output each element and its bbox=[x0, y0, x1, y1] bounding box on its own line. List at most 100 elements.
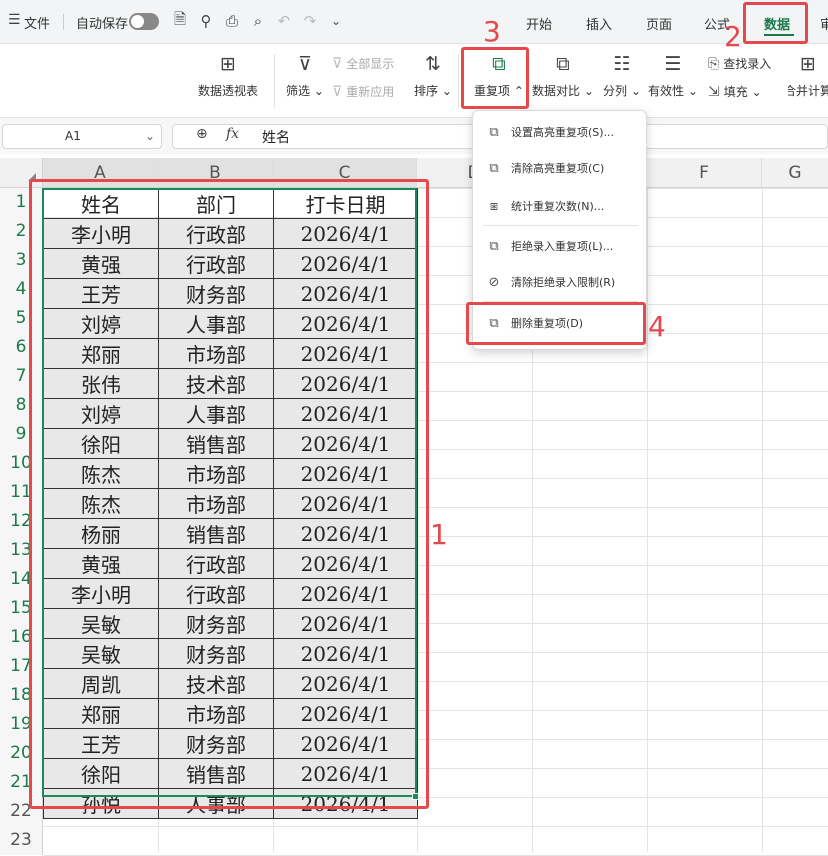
table-cell[interactable]: 行政部 bbox=[158, 578, 274, 609]
table-cell[interactable]: 2026/4/1 bbox=[273, 218, 418, 249]
tab-home[interactable]: 开始 bbox=[526, 14, 552, 33]
table-cell[interactable]: 吴敏 bbox=[43, 638, 159, 669]
table-cell[interactable]: 李小明 bbox=[43, 218, 159, 249]
table-cell[interactable]: 2026/4/1 bbox=[273, 608, 418, 639]
select-all-corner[interactable] bbox=[0, 158, 43, 188]
table-cell[interactable]: 郑丽 bbox=[43, 338, 159, 369]
undo-icon[interactable]: ↶ bbox=[274, 11, 294, 31]
row-header[interactable]: 1 bbox=[0, 188, 43, 217]
table-cell[interactable]: 王芳 bbox=[43, 728, 159, 759]
fill-handle[interactable] bbox=[412, 793, 419, 800]
table-cell[interactable]: 财务部 bbox=[158, 728, 274, 759]
table-cell[interactable]: 杨丽 bbox=[43, 518, 159, 549]
row-header[interactable]: 5 bbox=[0, 304, 43, 333]
table-cell[interactable]: 李小明 bbox=[43, 578, 159, 609]
table-cell[interactable]: 2026/4/1 bbox=[273, 758, 418, 789]
row-header[interactable]: 13 bbox=[0, 536, 43, 565]
table-cell[interactable]: 2026/4/1 bbox=[273, 488, 418, 519]
table-cell[interactable]: 2026/4/1 bbox=[273, 428, 418, 459]
table-cell[interactable]: 王芳 bbox=[43, 278, 159, 309]
table-cell[interactable]: 陈杰 bbox=[43, 458, 159, 489]
table-cell[interactable]: 2026/4/1 bbox=[273, 638, 418, 669]
table-cell[interactable]: 2026/4/1 bbox=[273, 278, 418, 309]
row-header[interactable]: 3 bbox=[0, 246, 43, 275]
menu-item-highlight-duplicates[interactable]: ⧉ 设置高亮重复项(S)... bbox=[473, 117, 648, 147]
table-cell[interactable]: 财务部 bbox=[158, 278, 274, 309]
tab-insert[interactable]: 插入 bbox=[586, 14, 612, 33]
tab-data[interactable]: 数据 bbox=[764, 14, 790, 33]
table-cell[interactable]: 2026/4/1 bbox=[273, 458, 418, 489]
file-menu[interactable]: 文件 bbox=[24, 13, 50, 32]
row-header[interactable]: 11 bbox=[0, 478, 43, 507]
print-icon[interactable]: ⎙ bbox=[222, 11, 242, 31]
table-cell[interactable]: 2026/4/1 bbox=[273, 398, 418, 429]
row-header[interactable]: 20 bbox=[0, 739, 43, 768]
column-header-g[interactable]: G bbox=[762, 158, 828, 188]
duplicates-button[interactable]: ⧉ 重复项 ⌃ bbox=[474, 52, 524, 99]
row-header[interactable]: 22 bbox=[0, 797, 43, 826]
row-header[interactable]: 8 bbox=[0, 391, 43, 420]
name-box[interactable]: A1 ⌄ bbox=[2, 124, 162, 149]
show-all-button[interactable]: ⊽ 全部显示 bbox=[332, 55, 394, 72]
table-cell[interactable]: 2026/4/1 bbox=[273, 698, 418, 729]
menu-item-reject-duplicates[interactable]: ⧉ 拒绝录入重复项(L)... bbox=[473, 231, 648, 261]
row-header[interactable]: 14 bbox=[0, 565, 43, 594]
table-cell[interactable]: 市场部 bbox=[158, 488, 274, 519]
table-cell[interactable]: 市场部 bbox=[158, 458, 274, 489]
table-cell[interactable]: 2026/4/1 bbox=[273, 668, 418, 699]
pivot-table-button[interactable]: ⊞ 数据透视表 bbox=[198, 52, 258, 99]
table-cell[interactable]: 销售部 bbox=[158, 518, 274, 549]
validity-button[interactable]: ☰ 有效性 ⌄ bbox=[648, 52, 698, 99]
column-header-a[interactable]: A bbox=[43, 158, 158, 188]
row-header[interactable]: 17 bbox=[0, 652, 43, 681]
format-painter-icon[interactable]: ⚲ bbox=[196, 11, 216, 31]
menu-item-count-duplicates[interactable]: ⧆ 统计重复次数(N)... bbox=[473, 191, 648, 221]
reapply-button[interactable]: ⊽ 重新应用 bbox=[332, 83, 394, 100]
row-header[interactable]: 19 bbox=[0, 710, 43, 739]
row-header[interactable]: 6 bbox=[0, 333, 43, 362]
sort-button[interactable]: ⇅ 排序 ⌄ bbox=[414, 52, 452, 99]
table-cell[interactable]: 2026/4/1 bbox=[273, 338, 418, 369]
split-column-button[interactable]: ☷ 分列 ⌄ bbox=[603, 52, 641, 99]
table-cell[interactable]: 2026/4/1 bbox=[273, 578, 418, 609]
save-icon[interactable]: 🗎 bbox=[170, 10, 190, 31]
table-cell[interactable]: 2026/4/1 bbox=[273, 788, 418, 819]
row-header[interactable]: 23 bbox=[0, 826, 43, 855]
table-cell[interactable]: 人事部 bbox=[158, 308, 274, 339]
menu-item-clear-highlight[interactable]: ⧉ 清除高亮重复项(C) bbox=[473, 153, 648, 183]
table-cell[interactable]: 刘婷 bbox=[43, 398, 159, 429]
table-cell[interactable]: 2026/4/1 bbox=[273, 308, 418, 339]
table-cell[interactable]: 周凯 bbox=[43, 668, 159, 699]
tab-review[interactable]: 审 bbox=[820, 14, 828, 33]
table-cell[interactable]: 孙悦 bbox=[43, 788, 159, 819]
data-compare-button[interactable]: ⧉ 数据对比 ⌄ bbox=[532, 52, 594, 99]
row-header[interactable]: 9 bbox=[0, 420, 43, 449]
column-header-b[interactable]: B bbox=[158, 158, 273, 188]
row-header[interactable]: 7 bbox=[0, 362, 43, 391]
chevron-down-icon[interactable]: ⌄ bbox=[145, 125, 155, 148]
table-cell[interactable]: 刘婷 bbox=[43, 308, 159, 339]
merge-calc-button[interactable]: ⊞ 合并计算 bbox=[788, 52, 828, 99]
fx-icon[interactable]: fx bbox=[226, 126, 239, 142]
tab-page[interactable]: 页面 bbox=[646, 14, 672, 33]
table-cell[interactable]: 行政部 bbox=[158, 248, 274, 279]
row-header[interactable]: 21 bbox=[0, 768, 43, 797]
table-cell[interactable]: 技术部 bbox=[158, 668, 274, 699]
table-cell[interactable]: 2026/4/1 bbox=[273, 548, 418, 579]
menu-item-clear-reject[interactable]: ⊘ 清除拒绝录入限制(R) bbox=[473, 267, 648, 297]
autosave-toggle[interactable] bbox=[129, 13, 159, 30]
table-cell[interactable]: 技术部 bbox=[158, 368, 274, 399]
table-cell[interactable]: 人事部 bbox=[158, 788, 274, 819]
filter-button[interactable]: ⊽ 筛选 ⌄ bbox=[286, 52, 324, 99]
table-cell[interactable]: 徐阳 bbox=[43, 428, 159, 459]
table-cell[interactable]: 2026/4/1 bbox=[273, 728, 418, 759]
table-cell[interactable]: 财务部 bbox=[158, 608, 274, 639]
row-header[interactable]: 10 bbox=[0, 449, 43, 478]
menu-icon[interactable]: ☰ bbox=[8, 12, 21, 28]
table-cell[interactable]: 徐阳 bbox=[43, 758, 159, 789]
row-header[interactable]: 4 bbox=[0, 275, 43, 304]
redo-icon[interactable]: ↷ bbox=[300, 11, 320, 31]
table-cell[interactable]: 市场部 bbox=[158, 698, 274, 729]
table-cell[interactable]: 2026/4/1 bbox=[273, 248, 418, 279]
table-cell[interactable]: 2026/4/1 bbox=[273, 518, 418, 549]
